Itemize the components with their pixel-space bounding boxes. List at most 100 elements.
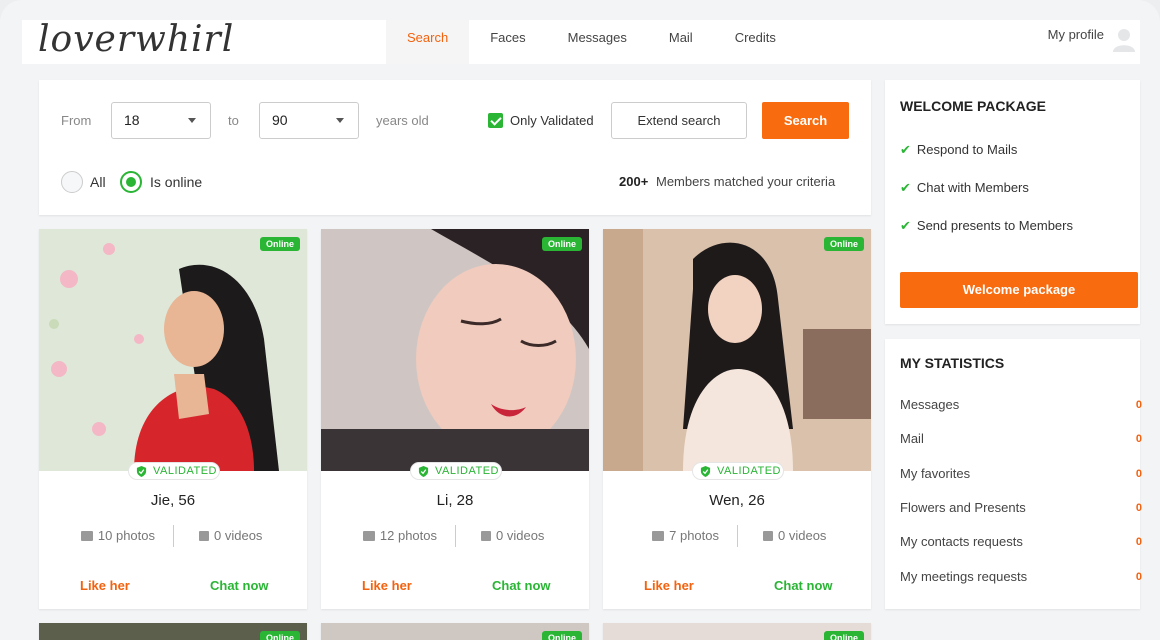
top-navigation-bar: loverwhirl Search Faces Messages Mail Cr…	[22, 20, 1140, 64]
profile-photo-image	[603, 229, 871, 471]
stat-value: 0	[1135, 502, 1142, 514]
online-badge: Online	[259, 631, 300, 640]
stat-value: 0	[1135, 468, 1142, 480]
app-window: loverwhirl Search Faces Messages Mail Cr…	[0, 0, 1160, 640]
my-profile-link[interactable]: My profile	[1048, 20, 1104, 50]
profile-card[interactable]: Online VALIDATED Jie, 56 10 photos 0 vid…	[39, 229, 307, 609]
divider	[737, 525, 738, 547]
stat-row-contacts-requests[interactable]: My contacts requests 0	[900, 534, 1142, 549]
extend-search-button[interactable]: Extend search	[611, 102, 747, 139]
stat-value: 0	[1135, 571, 1142, 583]
match-text: Members matched your criteria	[656, 174, 836, 189]
stat-row-messages[interactable]: Messages 0	[900, 397, 1142, 412]
video-icon	[481, 531, 491, 541]
only-validated-label[interactable]: Only Validated	[510, 113, 594, 128]
shield-check-icon	[700, 466, 711, 477]
photo-icon	[362, 531, 375, 541]
stat-row-mail[interactable]: Mail 0	[900, 431, 1142, 446]
shield-check-icon	[136, 466, 147, 477]
online-badge: Online	[823, 631, 864, 640]
chat-now-button[interactable]: Chat now	[210, 578, 269, 593]
profile-photo[interactable]: Online	[39, 229, 307, 471]
shield-check-icon	[418, 466, 429, 477]
profile-card[interactable]: Online VALIDATED Li, 28 12 photos 0 vide…	[321, 229, 589, 609]
online-badge: Online	[541, 237, 582, 251]
welcome-package-title: WELCOME PACKAGE	[900, 98, 1046, 114]
video-icon	[199, 531, 209, 541]
divider	[173, 525, 174, 547]
age-to-value: 90	[272, 112, 288, 128]
media-stats: 7 photos 0 videos	[603, 525, 871, 549]
nav-mail[interactable]: Mail	[648, 20, 714, 64]
check-icon: ✔	[900, 218, 911, 233]
validated-label: VALIDATED	[435, 465, 499, 477]
profile-card[interactable]: Online	[39, 623, 307, 640]
profile-name[interactable]: Wen, 26	[603, 492, 871, 509]
stat-row-flowers-presents[interactable]: Flowers and Presents 0	[900, 500, 1142, 515]
stat-value: 0	[1135, 399, 1142, 411]
stat-value: 0	[1135, 433, 1142, 445]
welcome-package-button[interactable]: Welcome package	[900, 272, 1138, 308]
profile-card[interactable]: Online	[321, 623, 589, 640]
search-button[interactable]: Search	[762, 102, 849, 139]
media-stats: 12 photos 0 videos	[321, 525, 589, 549]
radio-all-label[interactable]: All	[90, 174, 106, 190]
welcome-item: ✔ Respond to Mails	[900, 142, 1018, 157]
videos-count: 0 videos	[763, 528, 826, 543]
nav-messages[interactable]: Messages	[547, 20, 648, 64]
nav-credits[interactable]: Credits	[714, 20, 797, 64]
chevron-down-icon	[336, 118, 344, 123]
profile-photo[interactable]: Online	[321, 229, 589, 471]
validated-label: VALIDATED	[153, 465, 217, 477]
profile-card[interactable]: Online VALIDATED Wen, 26 7 photos 0 vide…	[603, 229, 871, 609]
divider	[455, 525, 456, 547]
validated-label: VALIDATED	[717, 465, 781, 477]
media-stats: 10 photos 0 videos	[39, 525, 307, 549]
age-from-select[interactable]: 18	[111, 102, 211, 139]
age-to-select[interactable]: 90	[259, 102, 359, 139]
to-label: to	[228, 113, 239, 128]
photo-icon	[652, 531, 665, 541]
radio-is-online-label[interactable]: Is online	[150, 174, 202, 190]
user-avatar-icon[interactable]	[1112, 26, 1136, 52]
radio-is-online[interactable]	[120, 171, 142, 193]
online-badge: Online	[823, 237, 864, 251]
photos-count: 10 photos	[80, 528, 155, 543]
my-statistics-panel: MY STATISTICS Messages 0 Mail 0 My favorit…	[885, 339, 1142, 609]
only-validated-checkbox[interactable]	[488, 113, 503, 128]
nav-search[interactable]: Search	[386, 20, 470, 64]
stat-row-meetings-requests[interactable]: My meetings requests 0	[900, 569, 1142, 584]
like-her-button[interactable]: Like her	[80, 578, 130, 593]
welcome-package-panel: WELCOME PACKAGE ✔ Respond to Mails ✔ Chat …	[885, 80, 1140, 324]
online-badge: Online	[259, 237, 300, 251]
brand-logo[interactable]: loverwhirl	[38, 20, 234, 64]
chat-now-button[interactable]: Chat now	[492, 578, 551, 593]
search-filter-panel: From 18 to 90 years old Only Validated E…	[39, 80, 871, 215]
videos-count: 0 videos	[199, 528, 262, 543]
check-icon: ✔	[900, 180, 911, 195]
chevron-down-icon	[188, 118, 196, 123]
profile-name[interactable]: Li, 28	[321, 492, 589, 509]
profile-name[interactable]: Jie, 56	[39, 492, 307, 509]
profile-photo-image	[321, 229, 589, 471]
chat-now-button[interactable]: Chat now	[774, 578, 833, 593]
welcome-item: ✔ Send presents to Members	[900, 218, 1073, 233]
video-icon	[763, 531, 773, 541]
photos-count: 7 photos	[652, 528, 719, 543]
welcome-item: ✔ Chat with Members	[900, 180, 1029, 195]
online-badge: Online	[541, 631, 582, 640]
profile-photo[interactable]: Online	[603, 229, 871, 471]
photos-count: 12 photos	[362, 528, 437, 543]
validated-badge: VALIDATED	[410, 462, 502, 480]
like-her-button[interactable]: Like her	[644, 578, 694, 593]
stat-row-favorites[interactable]: My favorites 0	[900, 466, 1142, 481]
age-from-value: 18	[124, 112, 140, 128]
profile-card[interactable]: Online	[603, 623, 871, 640]
stat-value: 0	[1135, 536, 1142, 548]
years-old-label: years old	[376, 113, 429, 128]
profile-photo-image	[39, 229, 307, 471]
main-nav: Search Faces Messages Mail Credits	[386, 20, 797, 64]
nav-faces[interactable]: Faces	[469, 20, 546, 64]
radio-all[interactable]	[61, 171, 83, 193]
like-her-button[interactable]: Like her	[362, 578, 412, 593]
